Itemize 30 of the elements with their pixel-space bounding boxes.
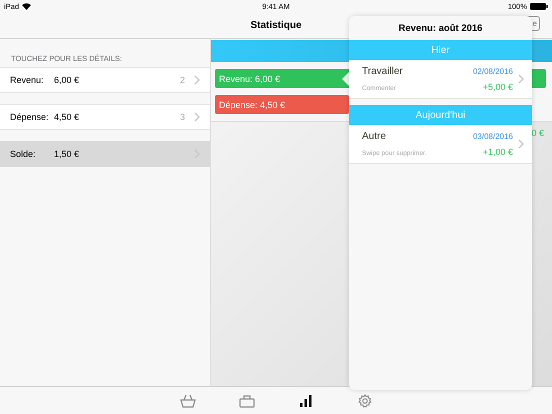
transaction-amount: +5,00 € [482,82,513,92]
summary-row[interactable]: Dépense: 4,50 € 3 [0,104,210,130]
row-label: Revenu: [10,75,45,85]
row-label: Solde: [10,149,37,159]
popover-title: Revenu: août 2016 [398,22,484,36]
summary-row[interactable]: Revenu: 6,00 € 2 [0,67,210,93]
row-count: 3 [180,112,185,122]
transaction-date: 02/08/2016 [472,67,513,76]
row-amount: 4,50 € [54,112,80,122]
chevron-icon [194,75,200,85]
row-count: 2 [180,75,185,85]
chevron-icon [194,112,200,122]
row-amount: 6,00 € [54,75,80,85]
amount-text: 0 € [531,128,544,138]
basket-tab[interactable] [178,392,197,408]
wifi-icon [22,2,32,10]
battery-icon [530,2,548,10]
transaction-title: Autre [362,131,386,142]
day-header: Hier [349,40,532,60]
chevron-icon [518,74,524,84]
nav-title: Statistique [250,20,302,30]
summary-row[interactable]: Solde: 1,50 € [0,141,210,167]
transaction-date: 03/08/2016 [472,132,513,141]
transaction-amount: +1,00 € [482,147,513,157]
row-amount: 1,50 € [54,149,80,159]
briefcase-tab[interactable] [237,392,256,408]
transaction-title: Travailler [362,66,403,77]
day-header: Aujourd'hui [349,105,532,125]
chevron-icon [518,139,524,149]
row-label: Dépense: [10,112,50,122]
